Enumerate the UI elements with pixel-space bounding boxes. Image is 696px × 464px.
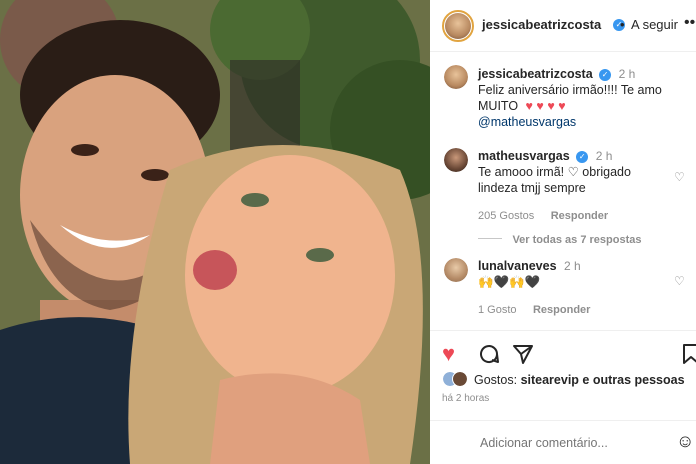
author-avatar[interactable] xyxy=(442,10,474,42)
caption-username[interactable]: jessicabeatrizcosta xyxy=(478,67,593,81)
emoji-icon[interactable]: ☺ xyxy=(676,431,694,452)
replies-divider xyxy=(478,238,502,240)
caption: jessicabeatrizcosta ✓ 2 h Feliz aniversá… xyxy=(478,66,688,130)
mention-link[interactable]: @matheusvargas xyxy=(478,114,688,130)
comment-time: 2 h xyxy=(564,259,581,273)
comment-username[interactable]: matheusvargas xyxy=(478,149,570,163)
post-timestamp: há 2 horas xyxy=(442,393,490,404)
view-replies-label[interactable]: Ver todas as 7 respostas xyxy=(512,234,641,246)
author-username[interactable]: jessicabeatrizcosta xyxy=(482,17,601,32)
verified-icon: ✓ xyxy=(599,68,612,81)
more-icon[interactable]: ••• xyxy=(684,14,696,32)
comment-line-2: lindeza tmjj sempre xyxy=(478,181,586,195)
comment-username[interactable]: lunalvaneves xyxy=(478,259,557,273)
comment-input[interactable] xyxy=(480,433,660,453)
like-comment-icon[interactable]: ♡ xyxy=(674,274,685,288)
comment-1: matheusvargas ✓ 2 h Te amooo irmã! ♡ obr… xyxy=(478,148,668,224)
like-icon[interactable]: ♥ xyxy=(442,341,455,367)
caption-line-1: Feliz aniversário irmão!!!! Te amo xyxy=(478,83,662,97)
caption-time: 2 h xyxy=(618,67,636,81)
likes-account[interactable]: sitearevip xyxy=(521,373,579,387)
comment-line-1: Te amooo irmã! ♡ obrigado xyxy=(478,165,631,179)
follow-button[interactable]: A seguir xyxy=(631,17,678,32)
comment-time: 2 h xyxy=(595,149,613,163)
verified-icon: ✓ xyxy=(576,150,589,163)
comment-2: lunalvaneves 2 h 🙌🖤🙌🖤 1 Gosto Responder xyxy=(478,258,668,318)
reply-button[interactable]: Responder xyxy=(551,210,608,222)
likes-suffix[interactable]: e outras pessoas xyxy=(582,373,684,387)
comment-bar: ☺ xyxy=(430,420,696,464)
comment-avatar[interactable] xyxy=(444,258,468,282)
caption-avatar[interactable] xyxy=(444,65,468,89)
comment-line-1: 🙌🖤🙌🖤 xyxy=(478,275,541,289)
caption-line-2: MUITO xyxy=(478,99,519,113)
comment-icon[interactable] xyxy=(478,343,500,365)
liker-avatar xyxy=(452,371,468,387)
comment-avatar[interactable] xyxy=(444,148,468,172)
likes-prefix: Gostos: xyxy=(474,373,518,387)
post-photo-art xyxy=(0,0,430,464)
likes-row: Gostos: sitearevip e outras pessoas xyxy=(442,371,692,389)
view-replies[interactable]: Ver todas as 7 respostas xyxy=(478,230,641,248)
post-photo[interactable] xyxy=(0,0,430,464)
comment-likes[interactable]: 205 Gostos xyxy=(478,210,534,222)
post-header: jessicabeatrizcosta ✓ • A seguir ••• xyxy=(430,0,696,52)
heart-emojis: ♥ ♥ ♥ ♥ xyxy=(525,99,566,113)
share-icon[interactable] xyxy=(512,343,534,365)
reply-button[interactable]: Responder xyxy=(533,304,590,316)
comment-likes[interactable]: 1 Gosto xyxy=(478,304,517,316)
save-icon[interactable] xyxy=(682,343,696,365)
dot-separator: • xyxy=(620,17,625,32)
like-comment-icon[interactable]: ♡ xyxy=(674,170,685,184)
post-panel: jessicabeatrizcosta ✓ • A seguir ••• jes… xyxy=(430,0,696,464)
